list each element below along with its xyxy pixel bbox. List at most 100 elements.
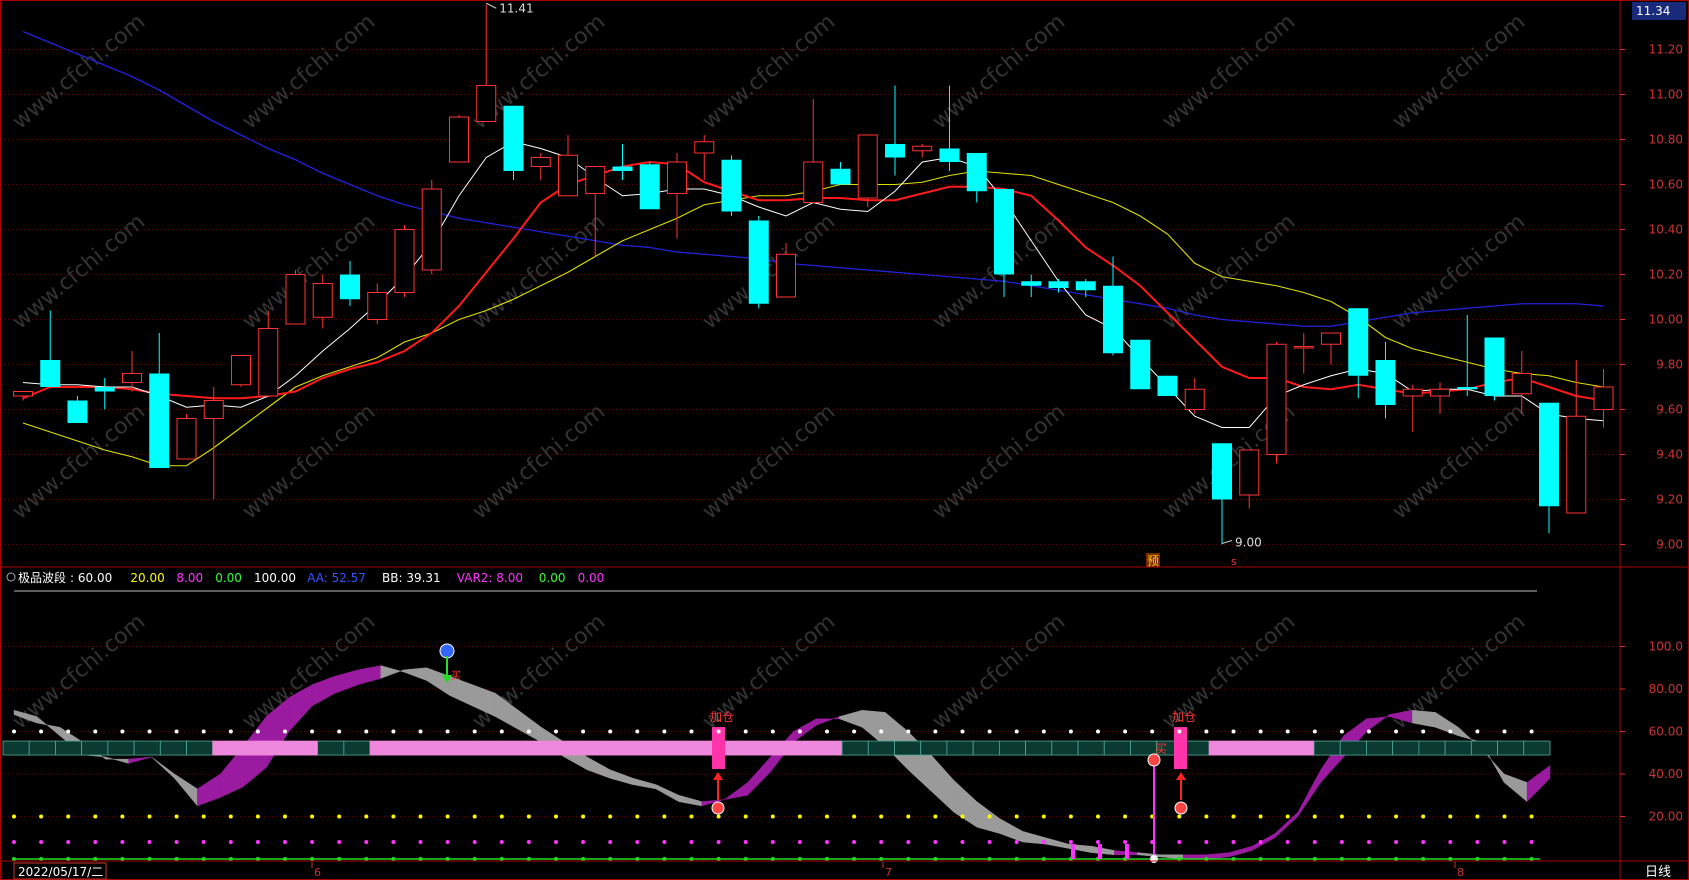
- level-dot: [554, 814, 558, 819]
- band-cell: [1418, 740, 1446, 756]
- band-cell: [395, 740, 423, 756]
- level-dot: [1177, 840, 1182, 844]
- level-dot: [554, 857, 558, 861]
- level-dot: [283, 840, 287, 844]
- candle-body: [231, 355, 251, 386]
- level-dot: [201, 857, 206, 861]
- level-dot: [66, 814, 71, 819]
- price-tick-label: 10.00: [1649, 313, 1683, 327]
- candle: [1266, 342, 1287, 464]
- band-cell: [159, 740, 187, 756]
- level-dot: [1421, 857, 1426, 861]
- level-dot: [283, 729, 287, 734]
- level-dot: [743, 840, 748, 844]
- stock-chart: www.cfchi.com www.cfchi.com www.cfchi.com w…: [0, 0, 1689, 880]
- level-dot: [1529, 840, 1534, 844]
- candle-body: [449, 116, 469, 163]
- band-cell: [28, 740, 56, 756]
- level-dot: [581, 840, 586, 844]
- level-dot: [716, 857, 721, 861]
- level-dot: [1068, 814, 1073, 819]
- level-dot: [445, 840, 450, 844]
- level-dot: [499, 857, 504, 861]
- indicator-value: 8.00: [176, 571, 203, 585]
- candle-body: [585, 166, 606, 194]
- level-dot: [906, 857, 911, 861]
- level-dot: [337, 857, 342, 861]
- level-dot: [743, 857, 748, 861]
- level-dot: [797, 840, 802, 844]
- band-cell: [1470, 740, 1498, 756]
- band-cell: [343, 740, 371, 756]
- level-dot: [987, 729, 992, 734]
- level-dot: [852, 840, 857, 844]
- candle-body: [1402, 388, 1423, 397]
- level-dot: [770, 857, 775, 861]
- bottom-tick-bar: [1071, 844, 1075, 859]
- level-dot: [310, 857, 315, 861]
- band-cell: [579, 740, 607, 756]
- candle-body: [994, 189, 1014, 275]
- band-cell: [1025, 740, 1053, 756]
- level-dot: [1285, 840, 1290, 844]
- level-dot: [283, 814, 287, 819]
- level-dot: [391, 840, 396, 844]
- level-dot: [66, 840, 71, 844]
- indicator-value: 0.00: [539, 571, 566, 585]
- candle: [1130, 339, 1151, 390]
- level-dot: [770, 840, 775, 844]
- level-dot: [581, 729, 586, 734]
- level-dot: [987, 814, 992, 819]
- level-dot: [526, 814, 531, 819]
- indicator-tick-label: 100.0: [1649, 640, 1683, 654]
- candle: [394, 225, 415, 297]
- band-cell: [448, 740, 476, 756]
- level-dot: [1123, 840, 1128, 844]
- level-dot: [1204, 857, 1209, 861]
- level-dot: [499, 840, 504, 844]
- level-dot: [608, 857, 613, 861]
- price-tick-label: 10.80: [1649, 133, 1683, 147]
- month-label: 8: [1457, 866, 1464, 879]
- candle-body: [421, 188, 442, 271]
- candle-body: [885, 144, 905, 158]
- level-dot: [1502, 814, 1507, 819]
- level-dot: [906, 840, 911, 844]
- level-dot: [1529, 814, 1534, 819]
- price-tick-label: 11.00: [1649, 88, 1683, 102]
- level-dot: [1177, 857, 1182, 861]
- candle: [639, 162, 660, 210]
- level-dot: [39, 857, 44, 861]
- indicator-tick-label: 40.00: [1649, 767, 1683, 781]
- level-dot: [689, 840, 694, 844]
- candle-body: [203, 400, 224, 419]
- level-dot: [1339, 814, 1344, 819]
- level-dot: [1041, 857, 1046, 861]
- candle-body: [966, 153, 987, 192]
- candle-body: [530, 157, 551, 167]
- band-cell: [291, 740, 319, 756]
- price-tick-label: 11.20: [1649, 43, 1683, 57]
- level-dot: [337, 729, 342, 734]
- level-dot: [472, 814, 477, 819]
- level-dot: [1014, 857, 1019, 861]
- level-dot: [174, 729, 179, 734]
- level-dot: [608, 729, 613, 734]
- candle-body: [40, 360, 61, 387]
- candle: [1484, 337, 1505, 401]
- level-dot: [1529, 729, 1534, 734]
- level-dot: [1041, 840, 1046, 844]
- level-dot: [879, 840, 884, 844]
- sell-signal-icon: [439, 643, 455, 659]
- candle-body: [149, 373, 170, 468]
- level-dot: [1448, 814, 1453, 819]
- month-label: 7: [885, 866, 892, 879]
- candle-body: [830, 168, 851, 185]
- band-cell: [1313, 740, 1341, 756]
- level-dot: [933, 729, 938, 734]
- indicator-title: 极品波段: [18, 570, 66, 585]
- candle: [503, 105, 524, 180]
- level-dot: [608, 814, 613, 819]
- candle-body: [558, 154, 578, 197]
- band-cell: [553, 740, 581, 756]
